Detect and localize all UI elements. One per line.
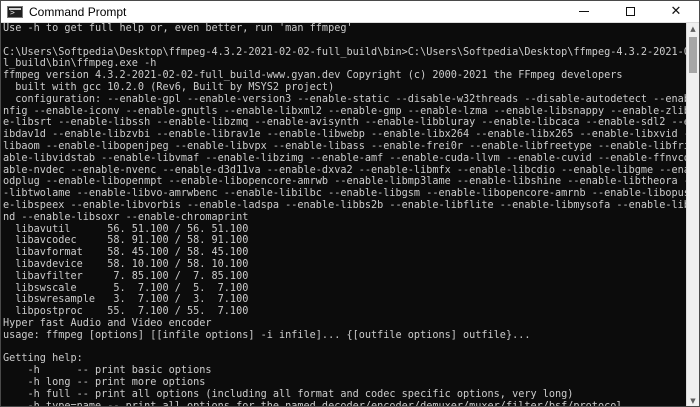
console-line: libavdevice 58. 10.100 / 58. 10.100 xyxy=(3,258,249,270)
console-output[interactable]: Use -h to get full help or, even better,… xyxy=(1,23,687,407)
console-line: libavcodec 58. 91.100 / 58. 91.100 xyxy=(3,235,249,247)
maximize-icon xyxy=(625,7,635,16)
console-line: e-libspeex --enable-libvorbis --enable-l… xyxy=(3,199,687,211)
console-line: usage: ffmpeg [options] [[infile options… xyxy=(3,329,531,341)
console-line: l_build\bin\ffmpeg.exe -h xyxy=(3,58,157,70)
console-line: -libtwolame --enable-libvo-amrwbenc --en… xyxy=(3,188,687,200)
title-bar[interactable]: Command Prompt ✕ xyxy=(1,1,699,23)
maximize-button[interactable] xyxy=(607,1,653,22)
scroll-up-button[interactable]: ▲ xyxy=(687,23,699,35)
console-line: libavutil 56. 51.100 / 56. 51.100 xyxy=(3,223,249,235)
console-line: C:\Users\Softpedia\Desktop\ffmpeg-4.3.2-… xyxy=(3,46,687,58)
console-line: libswscale 5. 7.100 / 5. 7.100 xyxy=(3,282,249,294)
console-line: libswresample 3. 7.100 / 3. 7.100 xyxy=(3,294,249,306)
command-prompt-window: Command Prompt ✕ Use -h to get full help… xyxy=(0,0,700,407)
minimize-icon xyxy=(579,11,589,12)
console-line: built with gcc 10.2.0 (Rev6, Built by MS… xyxy=(3,81,335,93)
console-line: nd --enable-libsoxr --enable-chromaprint xyxy=(3,211,249,223)
console-line: libavformat 58. 45.100 / 58. 45.100 xyxy=(3,247,249,259)
console-line: Hyper fast Audio and Video encoder xyxy=(3,317,212,329)
scrollbar-thumb[interactable] xyxy=(689,37,697,73)
close-button[interactable]: ✕ xyxy=(653,1,699,22)
console-line: -h long -- print more options xyxy=(3,376,206,388)
vertical-scrollbar[interactable]: ▲ ▼ xyxy=(686,23,699,406)
console-line: Getting help: xyxy=(3,353,83,365)
console-line: ffmpeg version 4.3.2-2021-02-02-full_bui… xyxy=(3,70,623,82)
console-line: able-nvdec --enable-nvenc --enable-d3d11… xyxy=(3,164,687,176)
console-line: libavfilter 7. 85.100 / 7. 85.100 xyxy=(3,270,249,282)
window-title: Command Prompt xyxy=(29,4,127,19)
close-icon: ✕ xyxy=(670,4,682,19)
triangle-down-icon: ▼ xyxy=(690,397,696,405)
console-line: libpostproc 55. 7.100 / 55. 7.100 xyxy=(3,306,249,318)
console-line: -h full -- print all options (including … xyxy=(3,388,574,400)
triangle-up-icon: ▲ xyxy=(690,25,696,33)
console-line: -h -- print basic options xyxy=(3,365,212,377)
console-line: able-libvidstab --enable-libvmaf --enabl… xyxy=(3,152,687,164)
console-line: odplug --enable-libopenmpt --enable-libo… xyxy=(3,176,687,188)
console-line: Use -h to get full help or, even better,… xyxy=(3,23,353,34)
console-line: configuration: --enable-gpl --enable-ver… xyxy=(3,93,687,105)
console-line: e-libsrt --enable-libssh --enable-libzmq… xyxy=(3,117,687,129)
console-line: ibdav1d --enable-libzvbi --enable-librav… xyxy=(3,129,687,141)
scroll-down-button[interactable]: ▼ xyxy=(687,395,699,406)
console-line: libaom --enable-libopenjpeg --enable-lib… xyxy=(3,140,687,152)
console-line: -h type=name -- print all options for th… xyxy=(3,400,623,407)
console-icon xyxy=(7,5,23,18)
minimize-button[interactable] xyxy=(561,1,607,22)
console-line: nfig --enable-iconv --enable-gnutls --en… xyxy=(3,105,687,117)
